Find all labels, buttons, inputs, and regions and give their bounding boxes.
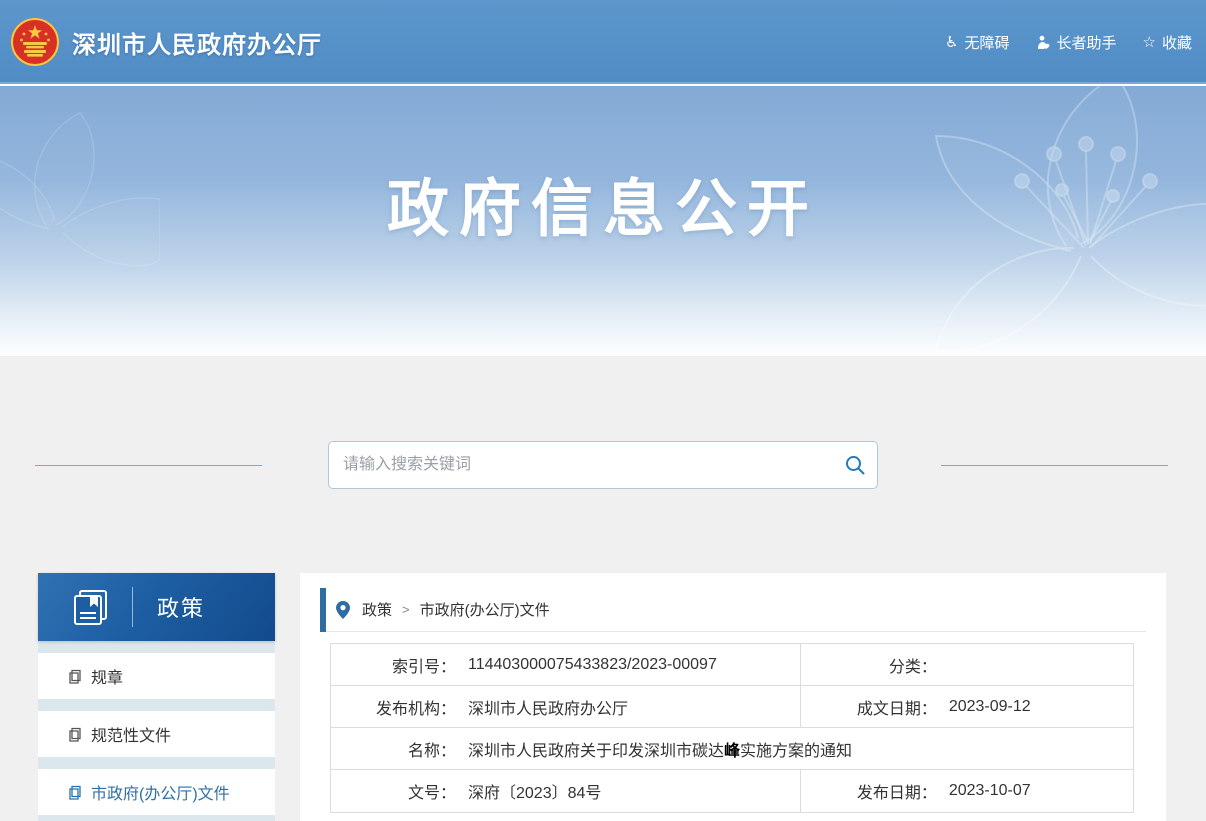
- written-date-cell: 成文日期： 2023-09-12: [800, 686, 1133, 727]
- agency-value: 深圳市人民政府办公厅: [468, 695, 628, 719]
- publish-date-label: 发布日期：: [801, 779, 937, 803]
- sidebar-item-label: 市政府(办公厅)文件: [91, 780, 230, 804]
- table-row-agency-date: 发布机构： 深圳市人民政府办公厅 成文日期： 2023-09-12: [331, 686, 1133, 728]
- accessibility-icon: ♿: [945, 35, 958, 50]
- name-label: 名称：: [331, 737, 456, 761]
- name-cell: 名称： 深圳市人民政府关于印发深圳市碳达峰实施方案的通知: [331, 728, 1133, 769]
- favorite-label: 收藏: [1162, 32, 1192, 53]
- written-date-label: 成文日期：: [801, 695, 937, 719]
- publish-date-value: 2023-10-07: [949, 782, 1031, 800]
- search-icon: [844, 454, 866, 476]
- name-text: 深圳市人民政府关于印发深圳市碳达: [468, 743, 724, 760]
- site-home-link[interactable]: 深圳市人民政府办公厅: [10, 0, 322, 84]
- accessibility-link[interactable]: ♿ 无障碍: [945, 32, 1009, 53]
- doc-no-cell: 文号： 深府〔2023〕84号: [331, 770, 800, 812]
- elder-assist-icon: [1036, 35, 1051, 50]
- breadcrumb-separator: >: [402, 602, 410, 617]
- decorative-line-right: [941, 465, 1168, 466]
- sidebar-title: 政策: [157, 591, 205, 623]
- document-icon: [68, 785, 83, 800]
- category-label: 分类：: [801, 653, 937, 677]
- breadcrumb-link-policy[interactable]: 政策: [362, 599, 392, 620]
- star-icon: ☆: [1143, 35, 1156, 50]
- national-emblem-icon: [10, 17, 60, 67]
- utility-links: ♿ 无障碍 长者助手 ☆ 收藏: [945, 0, 1192, 84]
- location-pin-icon: [336, 601, 350, 619]
- sidebar: 政策 规章 规范性文件 市政府(办公厅)文件: [38, 573, 275, 821]
- sidebar-header: 政策: [38, 573, 275, 641]
- sidebar-item-label: 规章: [91, 664, 123, 688]
- breadcrumb: 政策 > 市政府(办公厅)文件: [320, 588, 1146, 632]
- index-label: 索引号：: [331, 653, 456, 677]
- category-cell: 分类：: [800, 644, 1133, 685]
- written-date-value: 2023-09-12: [949, 698, 1031, 716]
- page-banner: 政府信息公开: [0, 86, 1206, 356]
- agency-label: 发布机构：: [331, 695, 456, 719]
- accessibility-label: 无障碍: [965, 32, 1010, 53]
- doc-no-label: 文号：: [331, 779, 456, 803]
- breadcrumb-accent-bar: [320, 588, 326, 632]
- table-row-docno-publishdate: 文号： 深府〔2023〕84号 发布日期： 2023-10-07: [331, 770, 1133, 812]
- content-section: 政策 规章 规范性文件 市政府(办公厅)文件: [0, 356, 1206, 821]
- index-value: 114403000075433823/2023-00097: [468, 656, 717, 674]
- table-row-name: 名称： 深圳市人民政府关于印发深圳市碳达峰实施方案的通知: [331, 728, 1133, 770]
- main-panel: 政策 > 市政府(办公厅)文件 索引号： 114403000075433823/…: [300, 573, 1166, 821]
- site-title: 深圳市人民政府办公厅: [72, 25, 322, 60]
- top-bar: 深圳市人民政府办公厅 ♿ 无障碍 长者助手 ☆ 收藏: [0, 0, 1206, 84]
- search-box: [328, 441, 878, 489]
- document-icon: [68, 669, 83, 684]
- document-icon: [68, 727, 83, 742]
- agency-cell: 发布机构： 深圳市人民政府办公厅: [331, 686, 800, 727]
- favorite-link[interactable]: ☆ 收藏: [1143, 32, 1192, 53]
- sidebar-header-divider: [132, 587, 133, 627]
- page-title: 政府信息公开: [0, 158, 1206, 248]
- elder-assist-label: 长者助手: [1057, 32, 1117, 53]
- name-text: 实施方案的通知: [740, 743, 852, 760]
- search-button[interactable]: [833, 442, 877, 488]
- elder-assist-link[interactable]: 长者助手: [1036, 32, 1117, 53]
- policy-book-icon: [70, 586, 112, 628]
- publish-date-cell: 发布日期： 2023-10-07: [800, 770, 1133, 812]
- breadcrumb-link-municipal-documents[interactable]: 市政府(办公厅)文件: [420, 599, 550, 620]
- sidebar-item-regulations[interactable]: 规章: [38, 653, 275, 699]
- search-input[interactable]: [329, 442, 833, 488]
- sidebar-item-label: 规范性文件: [91, 722, 171, 746]
- name-highlighted-keyword: 峰: [724, 743, 740, 760]
- name-value: 深圳市人民政府关于印发深圳市碳达峰实施方案的通知: [468, 737, 852, 761]
- document-info-table: 索引号： 114403000075433823/2023-00097 分类： 发…: [330, 643, 1134, 813]
- decorative-line-left: [35, 465, 262, 466]
- table-row-index-category: 索引号： 114403000075433823/2023-00097 分类：: [331, 644, 1133, 686]
- sidebar-item-municipal-government-documents[interactable]: 市政府(办公厅)文件: [38, 769, 275, 815]
- index-cell: 索引号： 114403000075433823/2023-00097: [331, 644, 800, 685]
- doc-no-value: 深府〔2023〕84号: [468, 779, 601, 803]
- sidebar-item-normative-documents[interactable]: 规范性文件: [38, 711, 275, 757]
